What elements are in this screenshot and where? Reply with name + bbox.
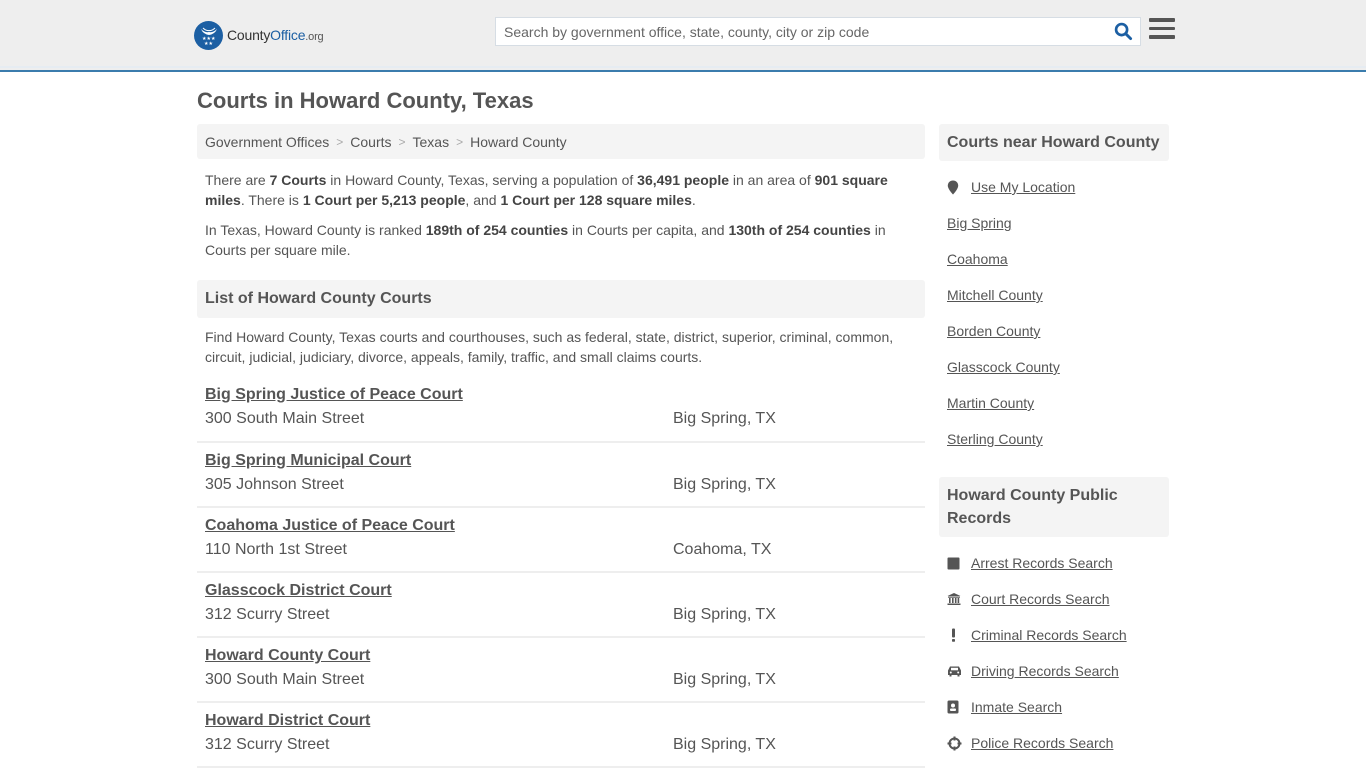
courts-list: Big Spring Justice of Peace Court 300 So… (197, 385, 925, 768)
svg-text:★★: ★★ (204, 41, 213, 46)
court-name-link[interactable]: Glasscock District Court (205, 581, 392, 601)
logo-text: CountyOffice.org (227, 27, 324, 43)
court-address: 312 Scurry Street (205, 606, 330, 623)
square-icon (947, 557, 971, 570)
breadcrumb: Government Offices > Courts > Texas > Ho… (197, 124, 925, 159)
search-bar (495, 17, 1141, 46)
court-list-item: Big Spring Municipal Court 305 Johnson S… (197, 443, 925, 508)
main-content: Government Offices > Courts > Texas > Ho… (197, 124, 925, 768)
breadcrumb-government-offices[interactable]: Government Offices (205, 134, 329, 150)
sidebar: Courts near Howard County Use My Locatio… (939, 124, 1169, 761)
court-address: 305 Johnson Street (205, 476, 344, 493)
use-my-location-item: Use My Location (947, 169, 1161, 205)
courts-list-description: Find Howard County, Texas courts and cou… (205, 329, 894, 365)
nearby-link-big-spring[interactable]: Big Spring (947, 215, 1012, 231)
nearby-link-coahoma[interactable]: Coahoma (947, 251, 1008, 267)
court-list-item: Glasscock District Court 312 Scurry Stre… (197, 573, 925, 638)
id-badge-icon (947, 700, 971, 714)
court-list-item: Coahoma Justice of Peace Court 110 North… (197, 508, 925, 573)
court-list-item: Howard County Court 300 South Main Stree… (197, 638, 925, 703)
nearby-item: Coahoma (947, 241, 1161, 277)
court-records-link[interactable]: Court Records Search (971, 591, 1110, 607)
exclamation-icon (947, 628, 971, 642)
search-icon (1114, 22, 1132, 41)
court-city: Big Spring, TX (673, 410, 776, 427)
records-item: Police Records Search (947, 725, 1161, 761)
breadcrumb-howard-county[interactable]: Howard County (470, 134, 567, 150)
court-address: 300 South Main Street (205, 671, 365, 688)
inmate-search-link[interactable]: Inmate Search (971, 699, 1062, 715)
driving-records-link[interactable]: Driving Records Search (971, 663, 1119, 679)
breadcrumb-separator: > (336, 134, 344, 149)
car-icon (947, 665, 971, 677)
court-address: 312 Scurry Street (205, 736, 330, 753)
nearby-courts-list: Use My Location Big Spring Coahoma Mitch… (939, 169, 1169, 457)
breadcrumb-texas[interactable]: Texas (413, 134, 450, 150)
court-city: Big Spring, TX (673, 671, 776, 688)
header-shadow (0, 66, 1366, 68)
intro-stats-paragraph: There are 7 Courts in Howard County, Tex… (205, 172, 888, 208)
court-list-item: Howard District Court 312 Scurry Street B… (197, 703, 925, 768)
court-city: Big Spring, TX (673, 736, 776, 753)
header-rule (0, 70, 1366, 72)
nearby-item: Martin County (947, 385, 1161, 421)
nearby-link-sterling-county[interactable]: Sterling County (947, 431, 1043, 447)
police-records-link[interactable]: Police Records Search (971, 735, 1113, 751)
site-logo[interactable]: ★★★ ★★ CountyOffice.org (194, 20, 324, 50)
nearby-item: Mitchell County (947, 277, 1161, 313)
records-item: Inmate Search (947, 689, 1161, 725)
court-name-link[interactable]: Coahoma Justice of Peace Court (205, 516, 455, 536)
hamburger-menu-icon[interactable] (1149, 18, 1176, 42)
court-list-item: Big Spring Justice of Peace Court 300 So… (197, 385, 925, 443)
nearby-link-mitchell-county[interactable]: Mitchell County (947, 287, 1043, 303)
search-button[interactable] (1106, 18, 1140, 45)
records-item: Criminal Records Search (947, 617, 1161, 653)
courthouse-icon (947, 592, 971, 606)
courts-list-heading: List of Howard County Courts (197, 280, 925, 318)
records-item: Driving Records Search (947, 653, 1161, 689)
breadcrumb-separator: > (456, 134, 464, 149)
crosshairs-icon (947, 736, 971, 751)
public-records-list: Arrest Records Search Court Records Sear… (939, 545, 1169, 761)
public-records-heading: Howard County Public Records (939, 477, 1169, 537)
map-marker-icon (947, 180, 971, 195)
court-address: 300 South Main Street (205, 410, 365, 427)
nearby-item: Big Spring (947, 205, 1161, 241)
arrest-records-link[interactable]: Arrest Records Search (971, 555, 1113, 571)
nearby-link-glasscock-county[interactable]: Glasscock County (947, 359, 1060, 375)
records-item: Court Records Search (947, 581, 1161, 617)
page-title: Courts in Howard County, Texas (197, 88, 534, 113)
court-city: Big Spring, TX (673, 606, 776, 623)
intro-ranking-paragraph: In Texas, Howard County is ranked 189th … (205, 222, 886, 258)
court-name-link[interactable]: Big Spring Municipal Court (205, 451, 411, 471)
court-address: 110 North 1st Street (205, 541, 347, 558)
nearby-item: Sterling County (947, 421, 1161, 457)
eagle-stars-logo-icon: ★★★ ★★ (194, 20, 223, 50)
breadcrumb-separator: > (398, 134, 406, 149)
nearby-item: Glasscock County (947, 349, 1161, 385)
court-name-link[interactable]: Howard District Court (205, 711, 370, 731)
court-city: Big Spring, TX (673, 476, 776, 493)
search-input[interactable] (496, 18, 1106, 45)
nearby-link-martin-county[interactable]: Martin County (947, 395, 1034, 411)
nearby-link-borden-county[interactable]: Borden County (947, 323, 1040, 339)
court-name-link[interactable]: Howard County Court (205, 646, 370, 666)
court-city: Coahoma, TX (673, 541, 772, 558)
nearby-courts-heading: Courts near Howard County (939, 124, 1169, 161)
intro-text: There are 7 Courts in Howard County, Tex… (197, 170, 925, 260)
nearby-item: Borden County (947, 313, 1161, 349)
breadcrumb-courts[interactable]: Courts (350, 134, 391, 150)
records-item: Arrest Records Search (947, 545, 1161, 581)
criminal-records-link[interactable]: Criminal Records Search (971, 627, 1127, 643)
court-name-link[interactable]: Big Spring Justice of Peace Court (205, 385, 463, 405)
use-my-location-link[interactable]: Use My Location (971, 179, 1075, 195)
